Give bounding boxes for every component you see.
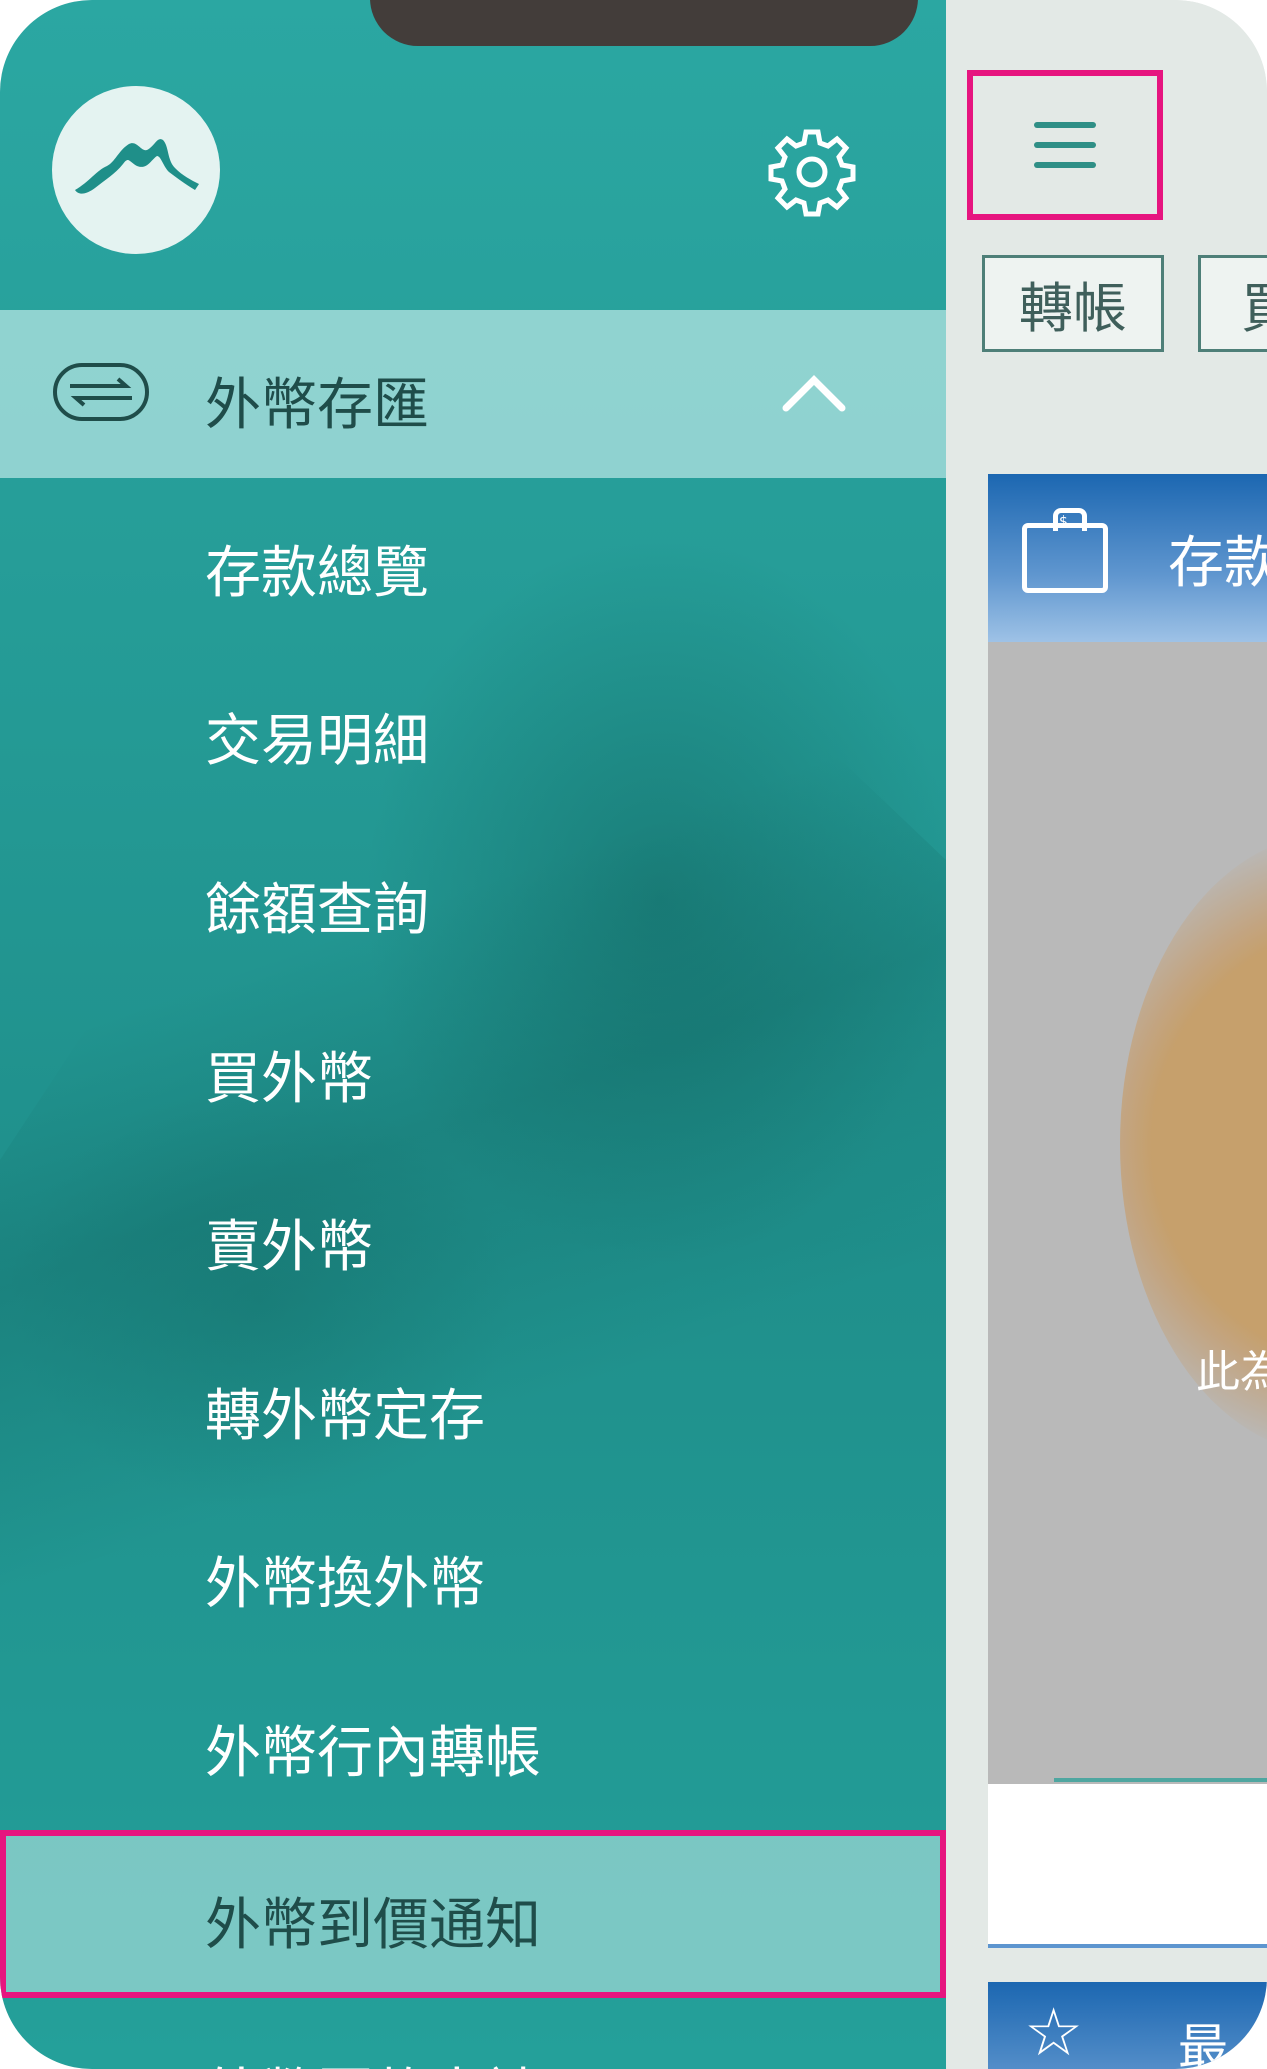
exchange-icon [53, 363, 149, 421]
menu-item-label: 交易明細 [205, 709, 429, 774]
menu-item-transaction-details[interactable]: 交易明細 [0, 646, 946, 814]
pie-chart-label: 此為 [1196, 1347, 1267, 1398]
star-icon: ☆ [1024, 1994, 1084, 2069]
buy-chip[interactable]: 買 [1198, 255, 1267, 352]
menu-item-rate-alert[interactable]: 外幣到價通知 [0, 1830, 946, 1998]
side-drawer: 外幣存匯 存款總覽 交易明細 餘額查詢 買外幣 賣外幣 轉外幣定存 外幣換外幣 … [0, 0, 946, 2069]
menu-item-deposit-overview[interactable]: 存款總覽 [0, 478, 946, 646]
gear-icon[interactable] [766, 126, 858, 218]
device-notch [370, 0, 918, 46]
menu-item-label: 餘額查詢 [205, 878, 429, 943]
card-footer [988, 1784, 1267, 1944]
menu-item-label: 外幣換外幣 [205, 1552, 485, 1617]
favorites-card-header[interactable]: ☆ 最 [988, 1982, 1267, 2069]
deposit-card-title: 存款 [1168, 530, 1267, 596]
deposit-card: 存款 此為 [988, 474, 1267, 1784]
menu-item-internal-transfer[interactable]: 外幣行內轉帳 [0, 1658, 946, 1826]
hamburger-menu-button[interactable] [967, 70, 1163, 220]
menu-item-label: 外幣匯款申請 [205, 2050, 541, 2069]
money-bag-icon [1022, 508, 1108, 593]
hamburger-menu-icon [1034, 122, 1096, 168]
transfer-chip[interactable]: 轉帳 [982, 255, 1164, 352]
menu-item-label: 買外幣 [205, 1047, 373, 1112]
menu-item-currency-exchange[interactable]: 外幣換外幣 [0, 1489, 946, 1657]
device-frame: 轉帳 買 存款 此為 ☆ 最 [0, 0, 1267, 2069]
menu-item-remittance-application[interactable]: 外幣匯款申請 [0, 2000, 946, 2069]
menu-item-label: 外幣行內轉帳 [205, 1721, 541, 1786]
menu-item-label: 轉外幣定存 [205, 1384, 485, 1449]
section-foreign-currency[interactable]: 外幣存匯 [0, 310, 946, 478]
menu-item-sell-foreign-currency[interactable]: 賣外幣 [0, 1152, 946, 1320]
menu-item-buy-foreign-currency[interactable]: 買外幣 [0, 984, 946, 1152]
section-label: 外幣存匯 [205, 373, 429, 438]
divider [988, 1944, 1267, 1948]
menu-item-label: 外幣到價通知 [205, 1893, 541, 1958]
menu-item-balance-inquiry[interactable]: 餘額查詢 [0, 815, 946, 983]
menu-item-label: 賣外幣 [205, 1215, 373, 1280]
menu-item-to-time-deposit[interactable]: 轉外幣定存 [0, 1321, 946, 1489]
app-logo-icon[interactable] [52, 86, 220, 254]
deposit-card-header[interactable]: 存款 [988, 474, 1267, 642]
menu-item-label: 存款總覽 [205, 541, 429, 606]
divider [1054, 1778, 1267, 1782]
favorites-card-title: 最 [1178, 2019, 1228, 2069]
chevron-up-icon[interactable] [780, 370, 848, 414]
